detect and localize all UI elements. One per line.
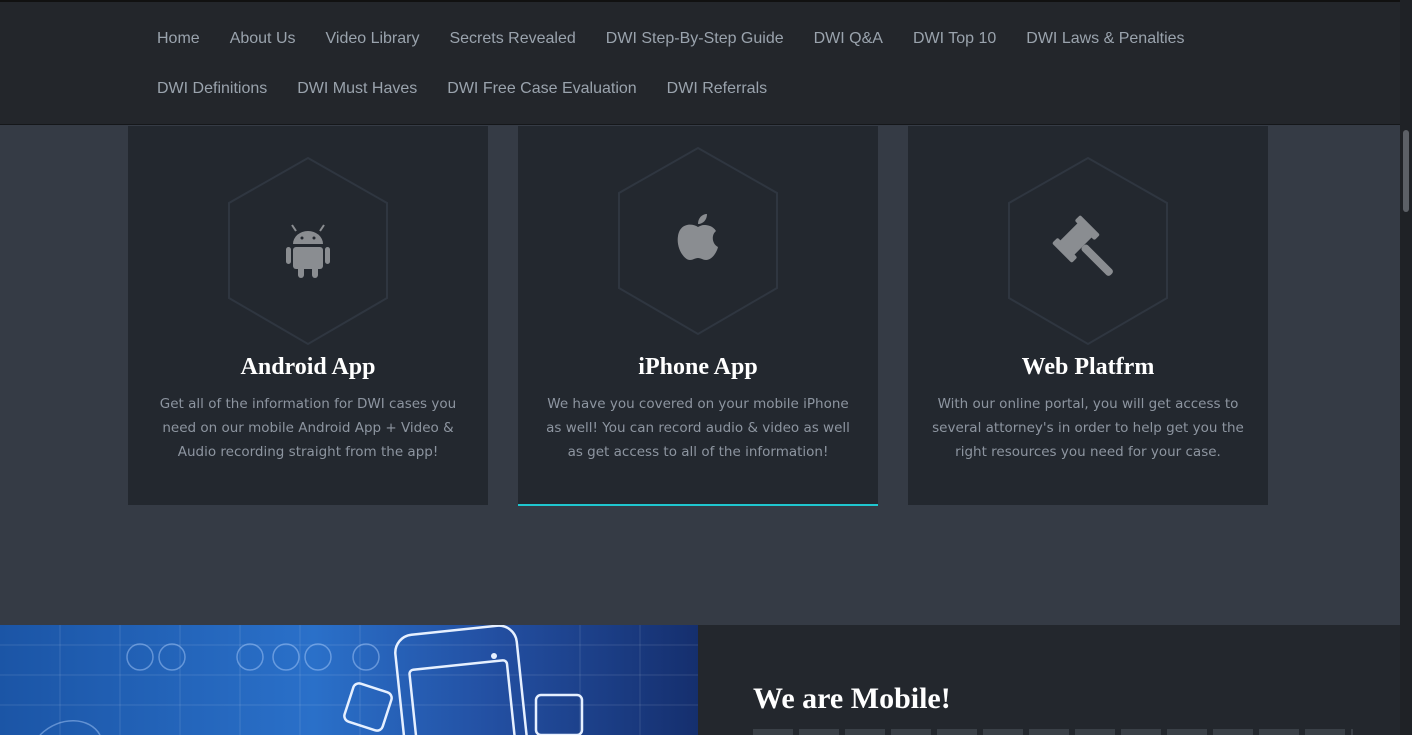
hexagon-frame <box>1006 156 1170 346</box>
card-description: With our online portal, you will get acc… <box>932 396 1244 460</box>
nav-row-1: Home About Us Video Library Secrets Reve… <box>157 30 1215 48</box>
gavel-icon <box>1008 156 1168 346</box>
page-scrollbar[interactable] <box>1400 0 1412 735</box>
scrollbar-thumb[interactable] <box>1403 130 1409 212</box>
nav-definitions-link[interactable]: DWI Definitions <box>157 80 267 98</box>
top-navigation: Home About Us Video Library Secrets Reve… <box>0 0 1400 125</box>
nav-video-library-link[interactable]: Video Library <box>326 30 420 48</box>
nav-secrets-revealed-link[interactable]: Secrets Revealed <box>449 30 575 48</box>
android-icon <box>228 156 388 346</box>
mobile-heading: We are Mobile! <box>753 682 951 715</box>
phone-illustration-icon <box>0 625 698 735</box>
mobile-paragraph-clipped <box>753 729 1353 735</box>
nav-step-by-step-link[interactable]: DWI Step-By-Step Guide <box>606 30 784 48</box>
card-description: We have you covered on your mobile iPhon… <box>546 396 850 460</box>
android-app-card[interactable]: Android App Get all of the information f… <box>128 126 488 505</box>
apple-icon <box>618 146 778 336</box>
card-title: iPhone App <box>638 354 758 380</box>
nav-laws-penalties-link[interactable]: DWI Laws & Penalties <box>1026 30 1184 48</box>
nav-top10-link[interactable]: DWI Top 10 <box>913 30 996 48</box>
nav-free-case-evaluation-link[interactable]: DWI Free Case Evaluation <box>447 80 636 98</box>
nav-qa-link[interactable]: DWI Q&A <box>814 30 883 48</box>
hexagon-frame <box>616 146 780 336</box>
nav-referrals-link[interactable]: DWI Referrals <box>667 80 767 98</box>
card-description: Get all of the information for DWI cases… <box>159 396 457 460</box>
mobile-hero-image <box>0 625 698 735</box>
mobile-section: We are Mobile! <box>0 625 1400 735</box>
nav-must-haves-link[interactable]: DWI Must Haves <box>297 80 417 98</box>
nav-row-2: DWI Definitions DWI Must Haves DWI Free … <box>157 80 797 98</box>
card-title: Web Platfrm <box>1021 354 1155 380</box>
nav-home-link[interactable]: Home <box>157 30 200 48</box>
hexagon-frame <box>226 156 390 346</box>
iphone-app-card[interactable]: iPhone App We have you covered on your m… <box>518 126 878 506</box>
web-platform-card[interactable]: Web Platfrm With our online portal, you … <box>908 126 1268 505</box>
nav-about-us-link[interactable]: About Us <box>230 30 296 48</box>
card-title: Android App <box>240 354 376 380</box>
